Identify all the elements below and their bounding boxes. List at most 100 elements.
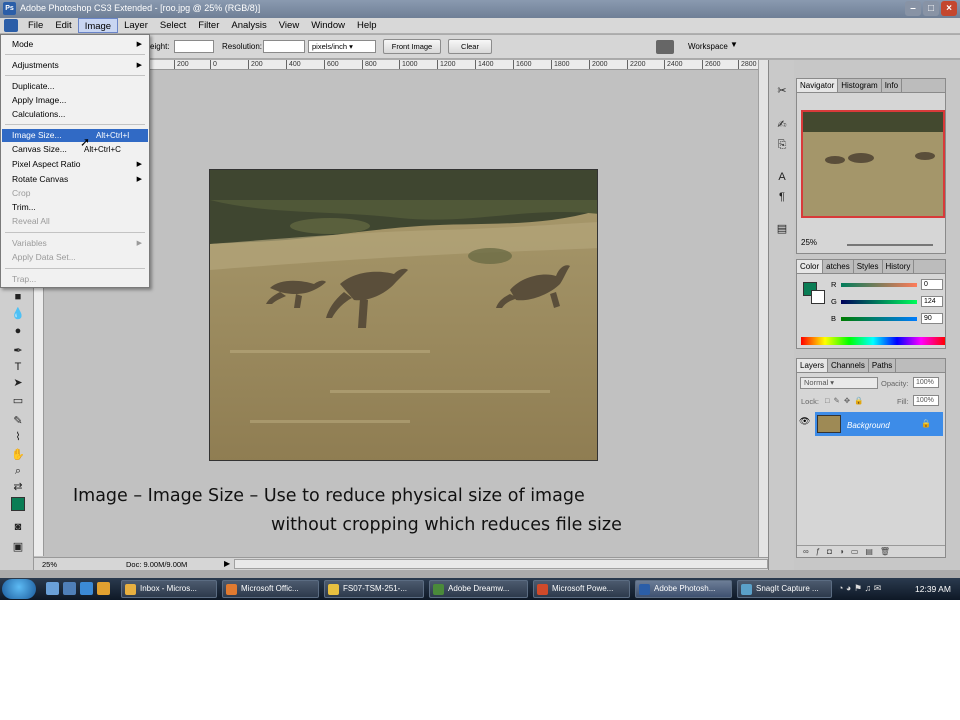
menu-item-rotate-canvas[interactable]: Rotate Canvas ▶ (2, 173, 148, 186)
switch-windows-icon[interactable] (63, 582, 76, 595)
navigator-zoom-slider[interactable] (847, 244, 933, 246)
menu-select[interactable]: Select (154, 18, 192, 33)
notes-tool-icon[interactable]: ✎ (10, 414, 26, 428)
quick-mask-icon[interactable]: ◙ (10, 520, 26, 534)
menu-image[interactable]: Image (77, 18, 119, 33)
character-icon[interactable]: A (774, 170, 790, 185)
workspace-menu[interactable]: Workspace (688, 42, 728, 51)
menu-window[interactable]: Window (305, 18, 351, 33)
internet-explorer-icon[interactable] (80, 582, 93, 595)
show-desktop-icon[interactable] (46, 582, 59, 595)
menu-help[interactable]: Help (351, 18, 383, 33)
tab-swatches[interactable]: atches (823, 260, 854, 273)
menu-item-pixel-aspect-ratio[interactable]: Pixel Aspect Ratio ▶ (2, 158, 148, 171)
menu-item-image-size[interactable]: Image Size... Alt+Ctrl+I (2, 129, 148, 142)
taskbar-item-office[interactable]: Microsoft Offic... (222, 580, 319, 598)
menu-file[interactable]: File (22, 18, 49, 33)
blend-mode-select[interactable]: Normal ▾ (800, 377, 878, 389)
color-background-swatch[interactable] (811, 290, 825, 304)
taskbar-item-dreamweaver[interactable]: Adobe Dreamw... (429, 580, 528, 598)
front-image-button[interactable]: Front Image (383, 39, 441, 54)
tab-navigator[interactable]: Navigator (797, 79, 839, 92)
menu-view[interactable]: View (273, 18, 305, 33)
resolution-units-select[interactable]: pixels/inch ▾ (308, 40, 376, 53)
taskbar-item-powerpoint[interactable]: Microsoft Powe... (533, 580, 630, 598)
blue-slider[interactable] (841, 317, 917, 321)
menu-item-apply-image[interactable]: Apply Image... (2, 94, 148, 107)
screen-mode-icon[interactable]: ▣ (10, 540, 26, 554)
start-button[interactable] (2, 579, 36, 599)
tab-history[interactable]: History (883, 260, 915, 273)
minimize-button[interactable]: – (905, 1, 921, 16)
clone-source-icon[interactable]: ⎘ (774, 138, 790, 153)
type-tool-icon[interactable]: T (10, 360, 26, 374)
menu-item-trim[interactable]: Trim... (2, 201, 148, 214)
taskbar-item-photoshop[interactable]: Adobe Photosh... (635, 580, 732, 598)
layers-footer-icons[interactable]: ∞ƒ◘◑▭▤🗑 (797, 545, 945, 557)
zoom-tool-icon[interactable]: ⌕ (10, 464, 26, 478)
vertical-scrollbar[interactable] (758, 60, 768, 557)
taskbar-item-fs07[interactable]: FS07-TSM-251-... (324, 580, 424, 598)
menu-analysis[interactable]: Analysis (225, 18, 272, 33)
tab-histogram[interactable]: Histogram (838, 79, 882, 92)
tab-channels[interactable]: Channels (828, 359, 869, 372)
clock[interactable]: 12:39 AM (915, 584, 951, 594)
navigator-zoom-value[interactable]: 25% (801, 238, 817, 247)
navigator-thumbnail[interactable] (801, 110, 945, 218)
blur-tool-icon[interactable]: 💧 (10, 307, 26, 321)
menu-layer[interactable]: Layer (118, 18, 154, 33)
tab-styles[interactable]: Styles (854, 260, 883, 273)
document-image[interactable] (209, 169, 598, 461)
ruler-tick: 400 (286, 60, 301, 69)
pen-tool-icon[interactable]: ✒ (10, 344, 26, 358)
chevron-down-icon[interactable]: ▼ (730, 40, 738, 49)
dodge-tool-icon[interactable]: ● (10, 324, 26, 338)
tab-color[interactable]: Color (797, 260, 824, 273)
fill-input[interactable]: 100% (913, 395, 939, 406)
app-menu-icon[interactable] (4, 19, 18, 32)
menu-item-calculations[interactable]: Calculations... (2, 108, 148, 121)
paragraph-icon[interactable]: ¶ (774, 190, 790, 205)
height-input[interactable] (174, 40, 214, 53)
hand-tool-icon[interactable]: ✋ (10, 448, 26, 462)
eyedropper-tool-icon[interactable]: ⌇ (10, 430, 26, 444)
close-button[interactable]: × (941, 1, 957, 16)
tools-preset-icon[interactable]: ✂ (774, 84, 790, 99)
tray-icons[interactable]: ◔ ◕ ⚑ ♫ ✉ (838, 583, 881, 594)
taskbar-item-inbox[interactable]: Inbox - Micros... (121, 580, 217, 598)
status-menu-arrow-icon[interactable]: ▶ (224, 559, 230, 568)
opacity-input[interactable]: 100% (913, 377, 939, 388)
tab-layers[interactable]: Layers (797, 359, 829, 372)
tab-paths[interactable]: Paths (869, 359, 897, 372)
green-slider[interactable] (841, 300, 917, 304)
foreground-color-swatch[interactable] (11, 497, 25, 511)
menu-item-canvas-size[interactable]: Canvas Size... Alt+Ctrl+C (2, 143, 148, 156)
brushes-icon[interactable]: ✍ (774, 118, 790, 133)
swap-colors-icon[interactable]: ⇄ (10, 480, 26, 494)
green-value[interactable]: 124 (921, 296, 943, 307)
taskbar-item-snagit[interactable]: SnagIt Capture ... (737, 580, 832, 598)
red-value[interactable]: 0 (921, 279, 943, 290)
path-select-tool-icon[interactable]: ➤ (10, 376, 26, 390)
red-slider[interactable] (841, 283, 917, 287)
zoom-level[interactable]: 25% (42, 560, 57, 569)
shape-tool-icon[interactable]: ▭ (10, 394, 26, 408)
menu-item-mode[interactable]: Mode ▶ (2, 38, 148, 51)
outlook-icon[interactable] (97, 582, 110, 595)
maximize-button[interactable]: □ (923, 1, 939, 16)
menu-edit[interactable]: Edit (49, 18, 77, 33)
blue-value[interactable]: 90 (921, 313, 943, 324)
eye-icon[interactable]: 👁 (799, 416, 810, 427)
tab-info[interactable]: Info (882, 79, 903, 92)
menu-item-adjustments[interactable]: Adjustments ▶ (2, 59, 148, 72)
workspace-icon[interactable] (656, 40, 674, 54)
menu-item-duplicate[interactable]: Duplicate... (2, 80, 148, 93)
resolution-input[interactable] (263, 40, 305, 53)
clear-button[interactable]: Clear (448, 39, 492, 54)
gradient-tool-icon[interactable]: ■ (10, 290, 26, 304)
menu-filter[interactable]: Filter (192, 18, 225, 33)
horizontal-scrollbar[interactable] (234, 559, 768, 569)
color-spectrum-bar[interactable] (801, 337, 945, 345)
lock-icons[interactable]: □✎✥🔒 (825, 396, 867, 405)
layer-comps-icon[interactable]: ▤ (774, 222, 790, 237)
